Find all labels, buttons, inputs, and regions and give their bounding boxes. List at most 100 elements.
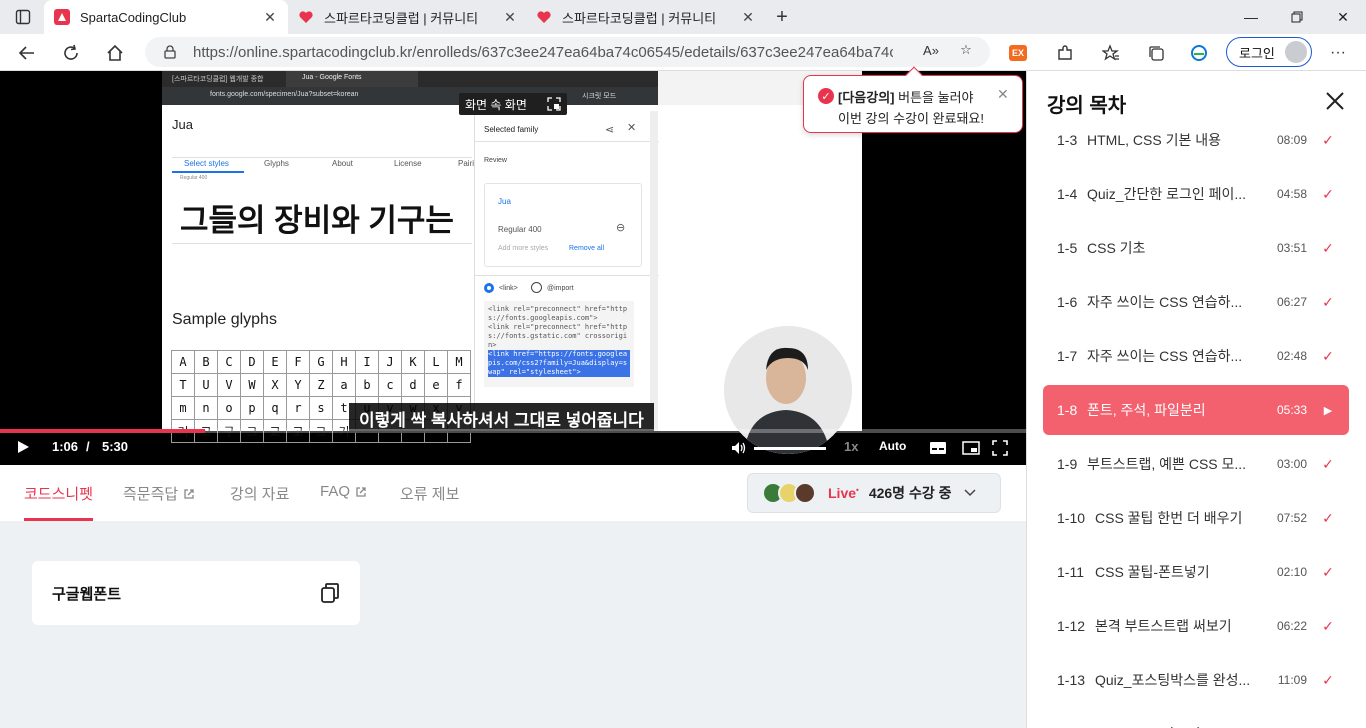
lecture-name: CSS 꿀팁 한번 더 배우기 [1095, 510, 1243, 526]
lecture-item[interactable]: 1-13 Quiz_포스팅박스를 완성... 11:09 ✓ [1043, 655, 1349, 705]
edge-browser-icon[interactable] [1188, 42, 1210, 64]
tab-code-snippet[interactable]: 코드스니펫 [24, 483, 93, 504]
tab-title: SpartaCodingClub [80, 9, 187, 25]
lecture-item[interactable]: 1-9 부트스트랩, 예쁜 CSS 모... 03:00 ✓ [1043, 439, 1349, 489]
snippet-card[interactable]: 구글웹폰트 [32, 561, 360, 625]
browser-tab-2[interactable]: 스파르타코딩클럽 | 커뮤니티 ✕ [526, 0, 766, 34]
lecture-number: 1-12 [1057, 618, 1086, 634]
avatar [794, 482, 816, 504]
next-lecture-toast: ✓ [다음강의] 버튼을 눌러야 이번 강의 수강이 완료돼요! ✕ [803, 66, 1023, 133]
lecture-item[interactable]: 1-11 CSS 꿀팁-폰트넣기 02:10 ✓ [1043, 547, 1349, 597]
lecture-item[interactable]: 1-6 자주 쓰이는 CSS 연습하... 06:27 ✓ [1043, 277, 1349, 327]
toast-bold: [다음강의] [838, 90, 895, 105]
lecture-item[interactable]: 1-5 CSS 기초 03:51 ✓ [1043, 223, 1349, 273]
minimize-icon[interactable]: — [1228, 0, 1274, 34]
lecture-item[interactable]: 1-10 CSS 꿀팁 한번 더 배우기 07:52 ✓ [1043, 493, 1349, 543]
extension-badge-icon[interactable]: EX [1007, 42, 1029, 64]
snippet-title: 구글웹폰트 [52, 585, 122, 603]
lecture-item[interactable]: 1-12 본격 부트스트랩 써보기 06:22 ✓ [1043, 601, 1349, 651]
more-menu-icon[interactable]: ··· [1327, 42, 1349, 64]
lecture-outline-sidebar: 강의 목차 1-3 HTML, CSS 기본 내용 08:09 ✓ 1-4 Quiz_간단… [1026, 71, 1366, 728]
playback-speed[interactable]: 1x [844, 439, 858, 454]
toast-line1: [다음강의] 버튼을 눌러야 [838, 87, 973, 106]
restore-icon[interactable] [1274, 0, 1320, 34]
tab-instant-qa[interactable]: 즉문즉답 [123, 483, 195, 504]
lecture-duration: 03:51 [1276, 241, 1307, 255]
refresh-icon[interactable] [56, 38, 86, 68]
tab-faq[interactable]: FAQ [320, 483, 367, 500]
pip-icon [547, 97, 561, 111]
mini-player-icon[interactable] [962, 441, 980, 455]
tab-lecture-materials[interactable]: 강의 자료 [230, 483, 289, 504]
close-icon[interactable]: ✕ [260, 7, 280, 27]
lecture-content-area: 코드스니펫 즉문즉답 강의 자료 FAQ 오류 제보 Live• 426명 수강… [0, 465, 1026, 728]
subtitles-icon[interactable] [929, 441, 947, 455]
tab-actions-icon[interactable] [12, 6, 34, 28]
collections-icon[interactable] [1145, 42, 1167, 64]
add-favorite-icon[interactable]: ☆ [957, 41, 975, 59]
lecture-duration: 03:00 [1276, 457, 1307, 471]
tab-error-report[interactable]: 오류 제보 [400, 483, 459, 504]
lecture-number: 1-6 [1057, 294, 1078, 310]
new-tab-icon[interactable]: + [770, 5, 794, 29]
home-icon[interactable] [100, 38, 130, 68]
glyph-cell: W [240, 373, 264, 397]
play-icon[interactable] [16, 440, 30, 454]
lecture-item[interactable]: 1-14Javascript 맛보기03:21✓ [1043, 709, 1349, 728]
chevron-down-icon [963, 486, 976, 500]
lecture-name: 폰트, 주석, 파일분리 [1087, 402, 1206, 418]
check-icon: ✓ [1322, 131, 1334, 148]
lecture-name: HTML, CSS 기본 내용 [1087, 132, 1221, 148]
browser-window: SpartaCodingClub ✕ 스파르타코딩클럽 | 커뮤니티 ✕ 스파르… [0, 0, 1366, 728]
font-name: Jua [172, 117, 193, 132]
glyph-cell: D [240, 350, 264, 374]
browser-tab-1[interactable]: 스파르타코딩클럽 | 커뮤니티 ✕ [288, 0, 528, 34]
address-bar[interactable]: https://online.spartacodingclub.kr/enrol… [145, 37, 990, 67]
check-circle-icon: ✓ [818, 88, 834, 104]
lecture-name: CSS 기초 [1087, 240, 1146, 256]
close-icon: ✕ [627, 122, 637, 134]
live-viewers-dropdown[interactable]: Live• 426명 수강 중 [747, 473, 1001, 513]
volume-slider[interactable] [754, 447, 826, 450]
radio-import-icon [531, 282, 542, 293]
close-icon[interactable]: ✕ [738, 7, 758, 27]
volume-icon[interactable] [731, 440, 747, 456]
lecture-number: 1-5 [1057, 240, 1078, 256]
glyph-cell: Y [286, 373, 310, 397]
family-name: Jua [498, 197, 511, 206]
url-text: https://online.spartacodingclub.kr/enrol… [193, 43, 893, 61]
back-icon[interactable] [12, 38, 42, 68]
copy-icon[interactable] [320, 582, 340, 604]
tab-title: 스파르타코딩클럽 | 커뮤니티 [324, 10, 479, 26]
glyph-cell: m [171, 396, 195, 420]
lecture-item[interactable]: 1-3 HTML, CSS 기본 내용 08:09 ✓ [1043, 115, 1349, 165]
favorites-icon[interactable] [1100, 42, 1122, 64]
glyph-cell: f [447, 373, 471, 397]
close-icon[interactable]: ✕ [500, 7, 520, 27]
fullscreen-icon[interactable] [992, 440, 1008, 456]
lecture-item[interactable]: 1-4 Quiz_간단한 로그인 페이... 04:58 ✓ [1043, 169, 1349, 219]
quality-setting[interactable]: Auto [879, 439, 906, 453]
lecture-number: 1-10 [1057, 510, 1086, 526]
pip-button[interactable]: 화면 속 화면 [459, 93, 567, 115]
inner-tab-label: [스파르타코딩클럽] 웹개발 종합 [172, 76, 264, 83]
sidebar-close-icon[interactable] [1323, 89, 1347, 113]
browser-tab-0[interactable]: SpartaCodingClub ✕ [44, 0, 288, 34]
code-plain: <link rel="preconnect" href="https://fon… [488, 305, 628, 349]
font-specimen: Jua Select styles Glyphs About License P… [162, 105, 474, 443]
lecture-item[interactable]: 1-8 폰트, 주석, 파일분리 05:33 ▶ [1043, 385, 1349, 435]
inner-profile-text: 시크릿 모드 [582, 93, 617, 100]
toast-close-icon[interactable]: ✕ [997, 86, 1009, 103]
tab-label: 강의 자료 [230, 486, 290, 503]
share-icon: ⋖ [605, 124, 615, 136]
login-button[interactable]: 로그인 [1226, 37, 1312, 67]
extensions-puzzle-icon[interactable] [1054, 42, 1076, 64]
read-aloud-icon[interactable]: A» [922, 41, 940, 59]
lecture-name: 본격 부트스트랩 써보기 [1095, 618, 1232, 634]
video-progress-bar[interactable] [0, 429, 1026, 433]
lecture-item[interactable]: 1-7 자주 쓰이는 CSS 연습하... 02:48 ✓ [1043, 331, 1349, 381]
glyph-cell: G [309, 350, 333, 374]
window-close-icon[interactable]: ✕ [1320, 0, 1366, 34]
heart-favicon-icon [298, 9, 314, 25]
external-link-icon [356, 486, 366, 497]
